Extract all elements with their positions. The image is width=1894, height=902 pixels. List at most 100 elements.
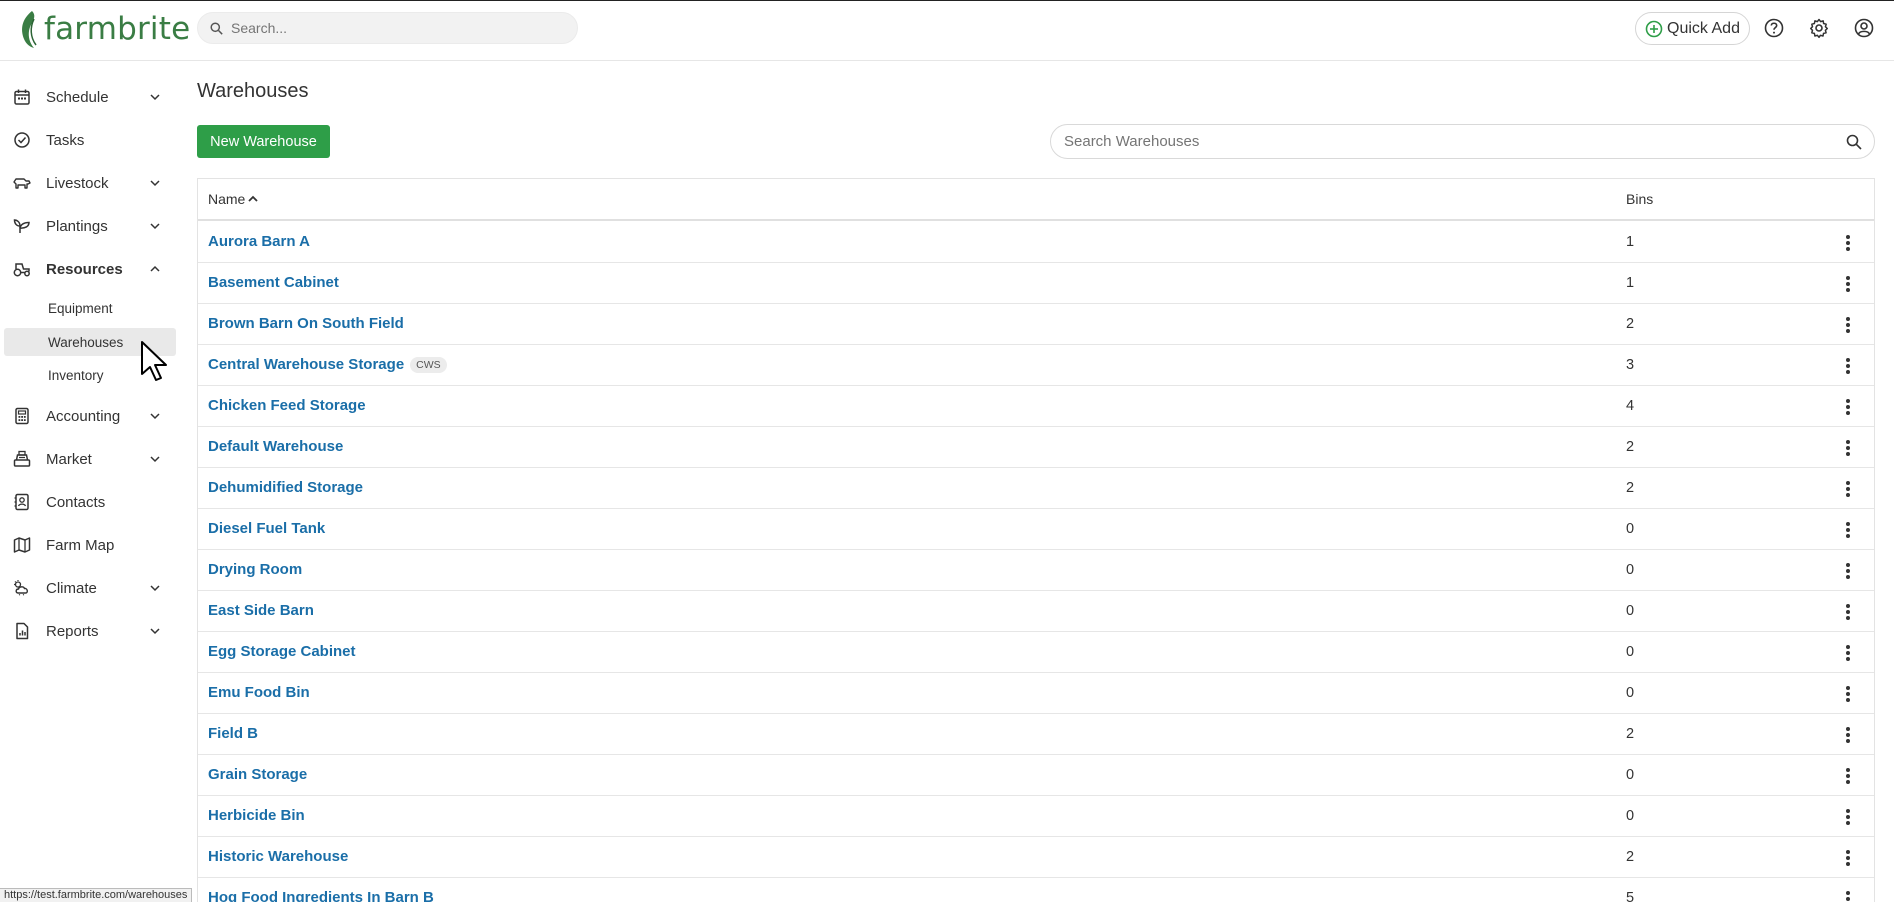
warehouse-name-link[interactable]: Default Warehouse [208,438,343,455]
tractor-icon [13,263,30,277]
kebab-dot [1846,897,1850,901]
warehouse-name-link[interactable]: Field B [208,725,258,742]
row-actions-kebab-icon[interactable] [1838,438,1858,458]
warehouse-name-text: Grain Storage [208,766,308,783]
warehouse-name-link[interactable]: East Side Barn [208,602,314,619]
search-icon[interactable] [1846,134,1862,150]
warehouse-name-link[interactable]: Central Warehouse Storage CWS [208,356,447,373]
new-warehouse-button[interactable]: New Warehouse [197,125,330,158]
row-actions-kebab-icon[interactable] [1838,233,1858,253]
table-row: Drying Room 0 [198,550,1874,591]
sidebar-item-climate[interactable]: Climate [0,568,180,608]
sidebar-subitem-equipment[interactable]: Equipment [4,294,176,322]
sidebar-item-farm-map[interactable]: Farm Map [0,525,180,565]
row-actions-kebab-icon[interactable] [1838,766,1858,786]
warehouse-search-input[interactable] [1064,133,1824,150]
kebab-dot [1846,405,1850,409]
kebab-dot [1846,616,1850,620]
column-header-bins[interactable]: Bins [1626,191,1653,207]
bins-count: 2 [1626,726,1635,742]
row-actions-kebab-icon[interactable] [1838,725,1858,745]
warehouse-name-link[interactable]: Brown Barn On South Field [208,315,404,332]
warehouse-name-link[interactable]: Basement Cabinet [208,274,339,291]
row-actions-kebab-icon[interactable] [1838,274,1858,294]
warehouse-name-link[interactable]: Chicken Feed Storage [208,397,366,414]
address-book-icon [14,493,29,511]
kebab-dot [1846,856,1850,860]
chevron-down-icon [150,628,160,635]
table-row: Historic Warehouse 2 [198,837,1874,878]
column-header-name[interactable]: Name [208,191,259,207]
warehouse-name-link[interactable]: Grain Storage [208,766,307,783]
sidebar-item-livestock[interactable]: Livestock [0,163,180,203]
calculator-icon [15,407,29,425]
row-actions-kebab-icon[interactable] [1838,561,1858,581]
map-icon [13,537,31,553]
user-account-icon[interactable] [1853,17,1875,39]
table-row: Herbicide Bin 0 [198,796,1874,837]
kebab-dot [1846,440,1850,444]
warehouse-search-box[interactable] [1050,124,1875,159]
sidebar-item-tasks[interactable]: Tasks [0,120,180,160]
warehouse-name-link[interactable]: Historic Warehouse [208,848,348,865]
warehouse-name-link[interactable]: Drying Room [208,561,302,578]
sidebar-item-contacts[interactable]: Contacts [0,482,180,522]
help-icon[interactable] [1763,17,1785,39]
warehouse-name-link[interactable]: Herbicide Bin [208,807,305,824]
farmbrite-logo[interactable]: farmbrite [18,7,190,51]
global-search-box[interactable] [197,12,578,44]
row-actions-kebab-icon[interactable] [1838,889,1858,902]
warehouse-name-text: Dehumidified Storage [208,479,364,496]
sidebar-item-label: Market [46,450,92,468]
warehouse-name-link[interactable]: Emu Food Bin [208,684,310,701]
kebab-dot [1846,399,1850,403]
warehouse-name-text: Diesel Fuel Tank [208,520,326,537]
quick-add-button[interactable]: Quick Add [1635,12,1750,45]
table-row: Central Warehouse Storage CWS 3 [198,345,1874,386]
kebab-dot [1846,692,1850,696]
gear-icon[interactable] [1808,17,1830,39]
table-row: Aurora Barn A 1 [198,222,1874,263]
row-actions-kebab-icon[interactable] [1838,356,1858,376]
row-actions-kebab-icon[interactable] [1838,397,1858,417]
kebab-dot [1846,727,1850,731]
row-actions-kebab-icon[interactable] [1838,848,1858,868]
kebab-dot [1846,235,1850,239]
warehouse-name-link[interactable]: Hog Food Ingredients In Barn B [208,889,434,902]
sidebar-item-label: Schedule [46,88,109,106]
sidebar-item-resources[interactable]: Resources [0,249,180,289]
row-actions-kebab-icon[interactable] [1838,684,1858,704]
kebab-dot [1846,733,1850,737]
sidebar-item-market[interactable]: Market [0,439,180,479]
chevron-down-icon [150,413,160,420]
status-bar-url: https://test.farmbrite.com/warehouses [0,888,193,902]
warehouse-name-link[interactable]: Dehumidified Storage [208,479,363,496]
row-actions-kebab-icon[interactable] [1838,643,1858,663]
warehouse-name-link[interactable]: Egg Storage Cabinet [208,643,356,660]
global-search-input[interactable] [231,20,561,36]
sidebar-item-accounting[interactable]: Accounting [0,396,180,436]
sidebar-item-schedule[interactable]: Schedule [0,77,180,117]
sidebar-item-plantings[interactable]: Plantings [0,206,180,246]
kebab-dot [1846,317,1850,321]
kebab-dot [1846,563,1850,567]
kebab-dot [1846,575,1850,579]
row-actions-kebab-icon[interactable] [1838,520,1858,540]
warehouse-name-text: Hog Food Ingredients In Barn B [208,889,434,902]
table-row: Hog Food Ingredients In Barn B 5 [198,878,1874,902]
sidebar-item-label: Plantings [46,217,108,235]
sidebar-subitem-label: Warehouses [48,334,124,350]
warehouse-name-link[interactable]: Aurora Barn A [208,233,310,250]
kebab-dot [1846,657,1850,661]
table-row: Emu Food Bin 0 [198,673,1874,714]
row-actions-kebab-icon[interactable] [1838,807,1858,827]
warehouse-name-link[interactable]: Diesel Fuel Tank [208,520,325,537]
row-actions-kebab-icon[interactable] [1838,602,1858,622]
page-title: Warehouses [197,80,309,102]
sprout-icon [13,219,30,233]
sidebar-item-reports[interactable]: Reports [0,611,180,651]
plus-circle-icon [1645,20,1663,37]
row-actions-kebab-icon[interactable] [1838,479,1858,499]
row-actions-kebab-icon[interactable] [1838,315,1858,335]
table-row: Default Warehouse 2 [198,427,1874,468]
